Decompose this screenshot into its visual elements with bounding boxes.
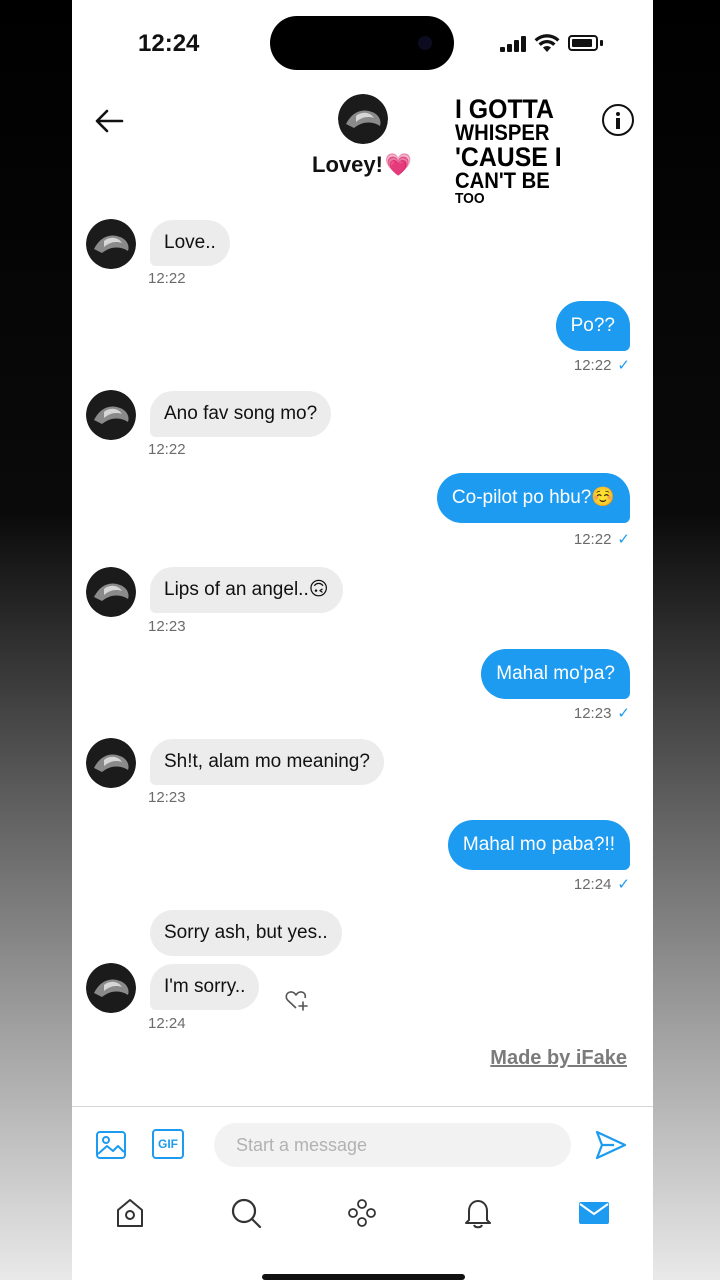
message-time: 12:22 ✓ [573,357,630,374]
right-background [653,0,720,1280]
message-time: 12:22 [148,270,186,287]
wifi-icon [534,34,560,52]
left-background [0,0,72,1280]
read-check-icon: ✓ [617,531,630,548]
battery-nub [600,40,603,46]
outgoing-message[interactable]: Mahal mo'pa? [481,649,630,699]
message-time: 12:22 ✓ [573,531,630,548]
message-time: 12:23 ✓ [573,705,630,722]
gif-button[interactable]: GIF [152,1129,184,1159]
message-time: 12:24 ✓ [573,876,630,893]
outgoing-message[interactable]: Mahal mo paba?!! [447,820,630,870]
search-icon[interactable] [229,1196,263,1230]
messages-icon[interactable] [577,1196,611,1230]
signal-icon [500,36,528,52]
lyric-line-1: I GOTTA [455,94,554,124]
pink-heart-emoji: 💗 [384,152,413,177]
incoming-message[interactable]: Love.. [150,220,230,266]
message-input[interactable] [214,1123,571,1167]
lyric-line-4: CAN'T BE [455,168,550,194]
send-icon[interactable] [594,1128,628,1162]
contact-avatar[interactable] [86,963,136,1013]
incoming-message[interactable]: Lips of an angel..🙃 [150,567,343,613]
add-reaction-heart-icon[interactable] [284,988,310,1012]
contact-name[interactable]: Lovey!💗 [312,152,412,178]
header-avatar[interactable] [338,94,388,144]
message-time: 12:22 [148,441,186,458]
contact-avatar[interactable] [86,567,136,617]
contact-avatar[interactable] [86,219,136,269]
home-icon[interactable] [113,1196,147,1230]
incoming-message[interactable]: Ano fav song mo? [150,391,332,437]
message-time: 12:24 [148,1015,186,1032]
home-indicator [262,1274,465,1280]
camera-dot [418,36,432,50]
read-check-icon: ✓ [617,876,630,893]
battery-icon [568,35,598,51]
composer-divider [72,1106,653,1107]
watermark: Made by iFake [490,1047,627,1069]
lyric-line-5: TOO [455,190,485,207]
outgoing-message[interactable]: Po?? [555,301,630,351]
image-icon[interactable] [95,1129,127,1161]
back-arrow-icon[interactable] [92,104,126,138]
incoming-message[interactable]: Sorry ash, but yes.. [150,910,342,956]
lyric-line-3: 'CAUSE I [455,142,562,172]
read-check-icon: ✓ [617,357,630,374]
lyric-overlay: I GOTTA WHISPER 'CAUSE I CAN'T BE TOO [455,94,584,207]
contact-avatar[interactable] [86,390,136,440]
lyric-line-2: WHISPER [455,120,550,146]
message-time: 12:23 [148,618,186,635]
read-check-icon: ✓ [617,705,630,722]
contact-avatar[interactable] [86,738,136,788]
incoming-message[interactable]: Sh!t, alam mo meaning? [150,739,384,785]
dynamic-island [270,16,454,70]
spaces-icon[interactable] [345,1196,379,1230]
incoming-message[interactable]: I'm sorry.. [150,964,260,1010]
message-time: 12:23 [148,789,186,806]
notifications-icon[interactable] [461,1196,495,1230]
info-icon[interactable] [602,104,634,136]
phone-screen: 12:24 Lovey!💗 I GOTTA WHISPER 'CAUSE I C… [72,0,653,1280]
status-time: 12:24 [138,30,200,57]
outgoing-message[interactable]: Co-pilot po hbu?☺️ [436,473,630,523]
